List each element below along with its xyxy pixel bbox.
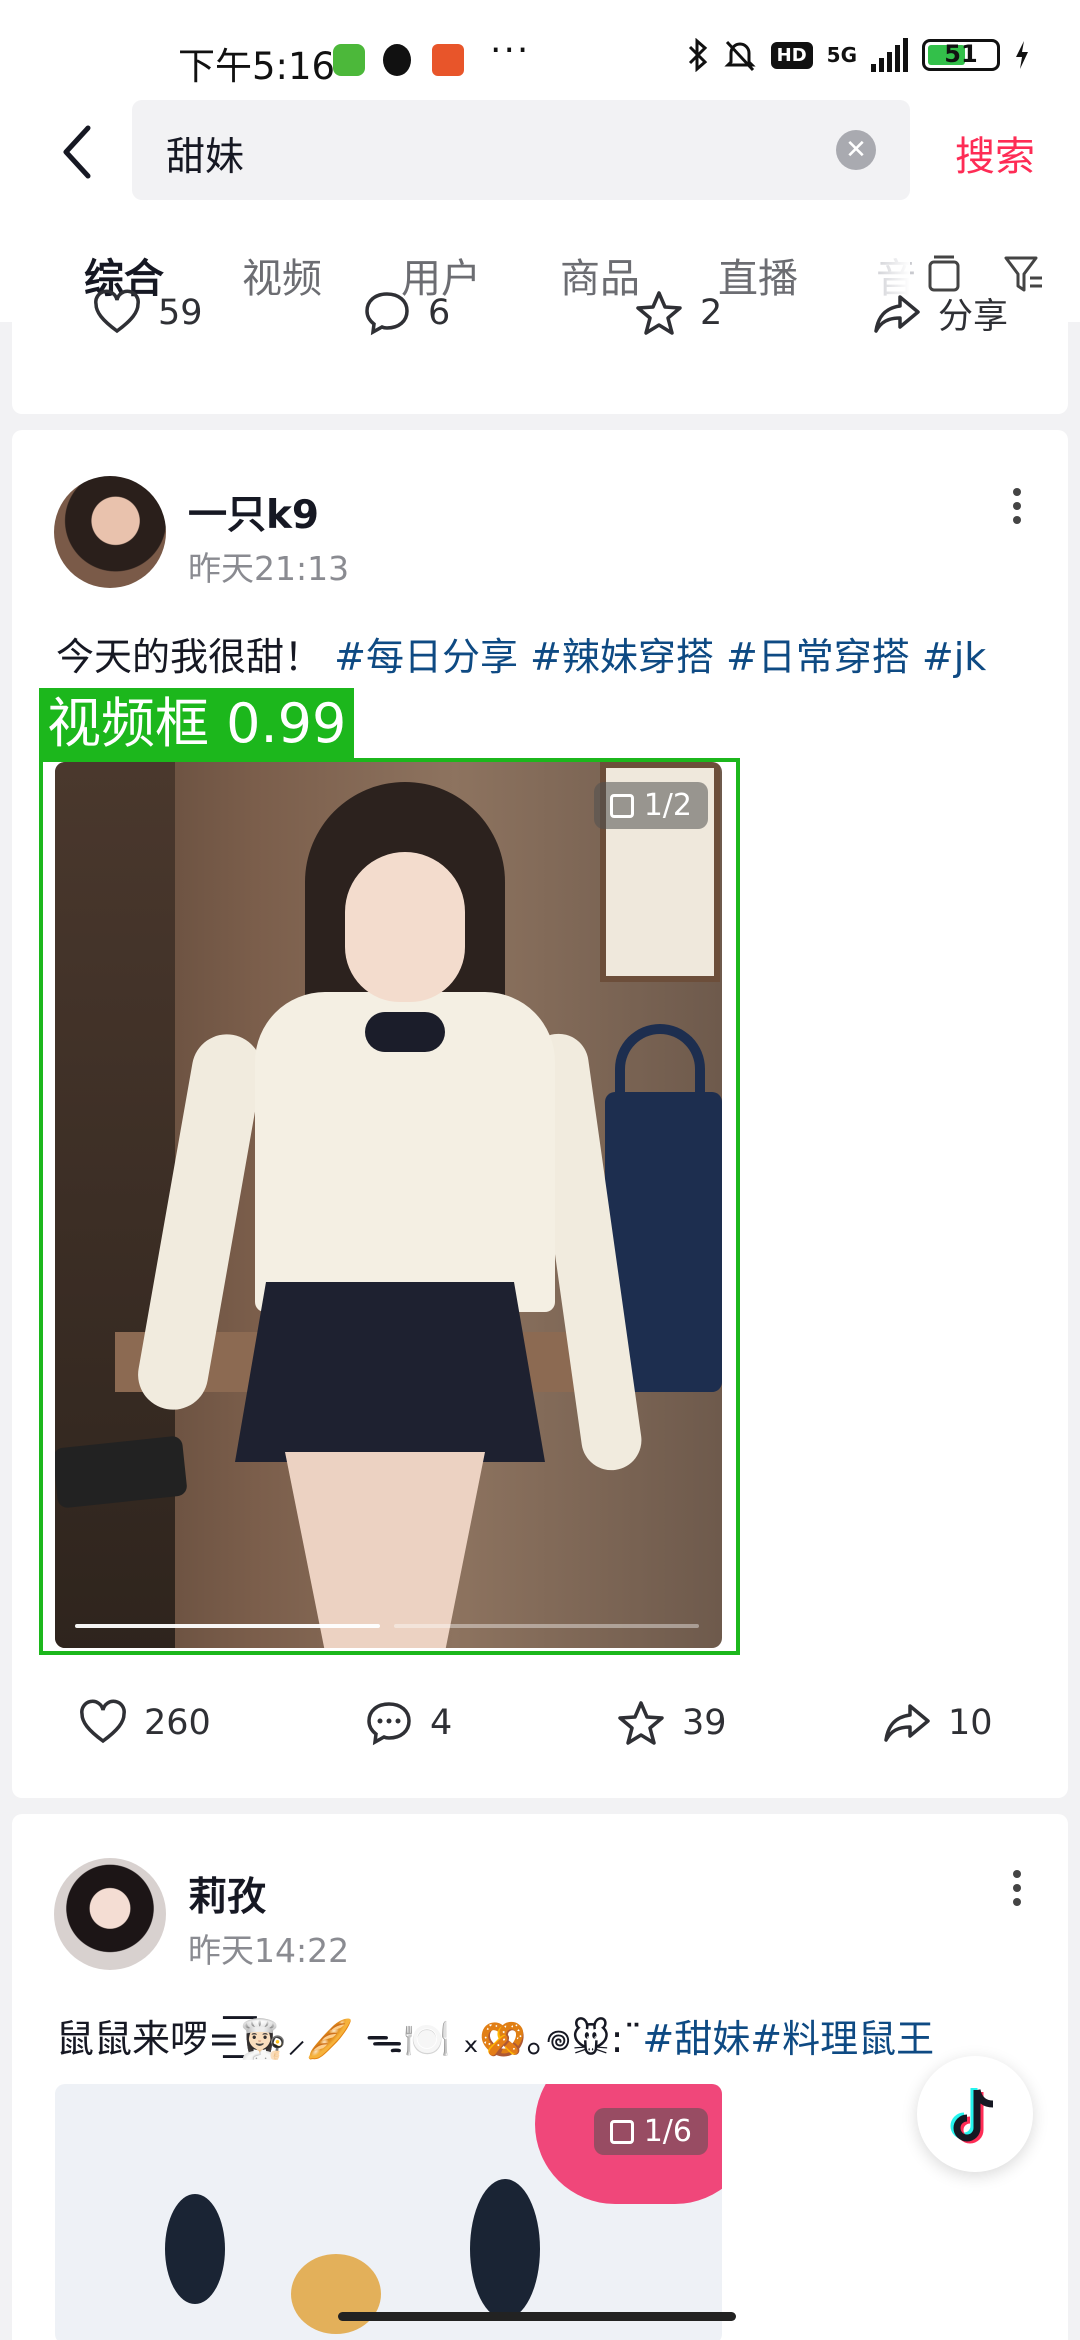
share-label: 分享 — [938, 297, 1009, 337]
search-query[interactable]: 甜妹 — [166, 126, 244, 182]
post-text[interactable]: 鼠鼠来啰=͟͟͞͞👩🏻‍🍳⸝🥖 ᯓ🍽️ ₓ🥨｡𖦹🐭:¨#甜妹#料理鼠王 — [56, 2008, 1056, 2064]
comment-count: 4 — [430, 1703, 453, 1743]
search-button[interactable]: 搜索 — [955, 124, 1035, 182]
post-hashtags[interactable]: #甜妹#料理鼠王 — [642, 2017, 934, 2061]
star-icon — [636, 291, 682, 335]
previous-post-card: 59 6 2 分享 — [12, 289, 1068, 414]
favorite-button[interactable]: 39 — [616, 1698, 727, 1748]
status-time: 下午5:16 — [178, 45, 336, 88]
comment-button[interactable]: 6 — [362, 288, 450, 338]
detection-box — [39, 758, 740, 1655]
heart-icon — [80, 1699, 126, 1744]
battery-percent: 51 — [944, 40, 978, 68]
search-header: 甜妹 ✕ 搜索 — [0, 100, 1080, 222]
status-bar: 下午5:16 ··· HD 5G 51 — [0, 0, 1080, 100]
eye-graphic — [470, 2179, 540, 2319]
post-time: 昨天14:22 — [188, 1931, 350, 1970]
tab-live[interactable]: 直播 — [718, 246, 798, 304]
back-arrow-icon[interactable] — [54, 122, 104, 182]
more-options-icon[interactable] — [1010, 488, 1024, 530]
like-count: 260 — [144, 1703, 211, 1743]
tab-video[interactable]: 视频 — [242, 246, 322, 304]
post-author[interactable]: 莉孜 — [188, 1866, 266, 1922]
more-options-icon[interactable] — [1010, 1870, 1024, 1912]
eye-graphic — [165, 2194, 225, 2304]
clear-search-icon[interactable]: ✕ — [836, 130, 876, 170]
comment-icon — [365, 292, 409, 336]
battery-icon: 51 — [922, 39, 1000, 71]
image-counter-text: 1/6 — [643, 2114, 692, 2149]
like-count: 59 — [158, 293, 203, 333]
post-caption: 今天的我很甜！ — [56, 635, 323, 679]
favorite-button[interactable]: 2 — [634, 288, 722, 338]
search-input[interactable]: 甜妹 ✕ — [132, 100, 910, 200]
detection-label: 视频框 0.99 — [39, 688, 355, 760]
post-text[interactable]: 今天的我很甜！ #每日分享 #辣妹穿搭 #日常穿搭 #jk — [56, 626, 1056, 681]
post-image[interactable]: 1/6 — [55, 2084, 722, 2340]
tab-products[interactable]: 商品 — [560, 246, 640, 304]
comment-button[interactable]: 4 — [364, 1698, 452, 1748]
next-post-card[interactable]: 莉孜 昨天14:22 鼠鼠来啰=͟͟͞͞👩🏻‍🍳⸝🥖 ᯓ🍽️ ₓ🥨｡𖦹🐭:¨#甜… — [12, 1814, 1068, 2340]
avatar[interactable] — [54, 476, 166, 588]
star-icon — [618, 1701, 664, 1745]
status-icons: HD 5G 51 — [687, 38, 1030, 72]
gallery-icon — [609, 2119, 634, 2144]
share-count: 10 — [948, 1703, 993, 1743]
bluetooth-icon — [688, 38, 707, 72]
douyin-icon — [950, 2088, 994, 2144]
comment-count: 6 — [428, 293, 451, 333]
post-hashtags[interactable]: #每日分享 #辣妹穿搭 #日常穿搭 #jk — [334, 635, 986, 679]
favorite-count: 39 — [682, 1703, 727, 1743]
like-button[interactable]: 59 — [92, 288, 203, 338]
more-notifications-icon: ··· — [490, 30, 531, 71]
nose-graphic — [291, 2254, 381, 2334]
qq-icon — [383, 44, 411, 76]
post-author[interactable]: 一只k9 — [188, 484, 319, 540]
filter-icon[interactable] — [1002, 252, 1046, 296]
share-icon — [884, 1704, 930, 1742]
comment-icon — [367, 1702, 411, 1746]
58-icon — [432, 44, 464, 76]
charging-icon — [1016, 41, 1028, 69]
network-label: 5G — [826, 43, 857, 67]
share-button[interactable]: 10 — [882, 1698, 993, 1748]
favorite-count: 2 — [700, 293, 723, 333]
app-icon — [333, 44, 365, 76]
avatar[interactable] — [54, 1858, 166, 1970]
share-icon — [874, 294, 920, 333]
share-button[interactable]: 分享 — [872, 288, 1008, 339]
douyin-float-button[interactable] — [917, 2056, 1033, 2172]
post-caption: 鼠鼠来啰=͟͟͞͞👩🏻‍🍳⸝🥖 ᯓ🍽️ ₓ🥨｡𖦹🐭:¨ — [56, 2017, 643, 2061]
hd-icon: HD — [770, 41, 813, 69]
like-button[interactable]: 260 — [78, 1698, 211, 1748]
mute-icon — [724, 40, 756, 72]
home-indicator[interactable] — [338, 2312, 736, 2321]
post-time: 昨天21:13 — [188, 549, 350, 588]
signal-icon — [871, 38, 908, 72]
heart-icon — [94, 289, 140, 334]
image-counter: 1/6 — [593, 2108, 708, 2155]
